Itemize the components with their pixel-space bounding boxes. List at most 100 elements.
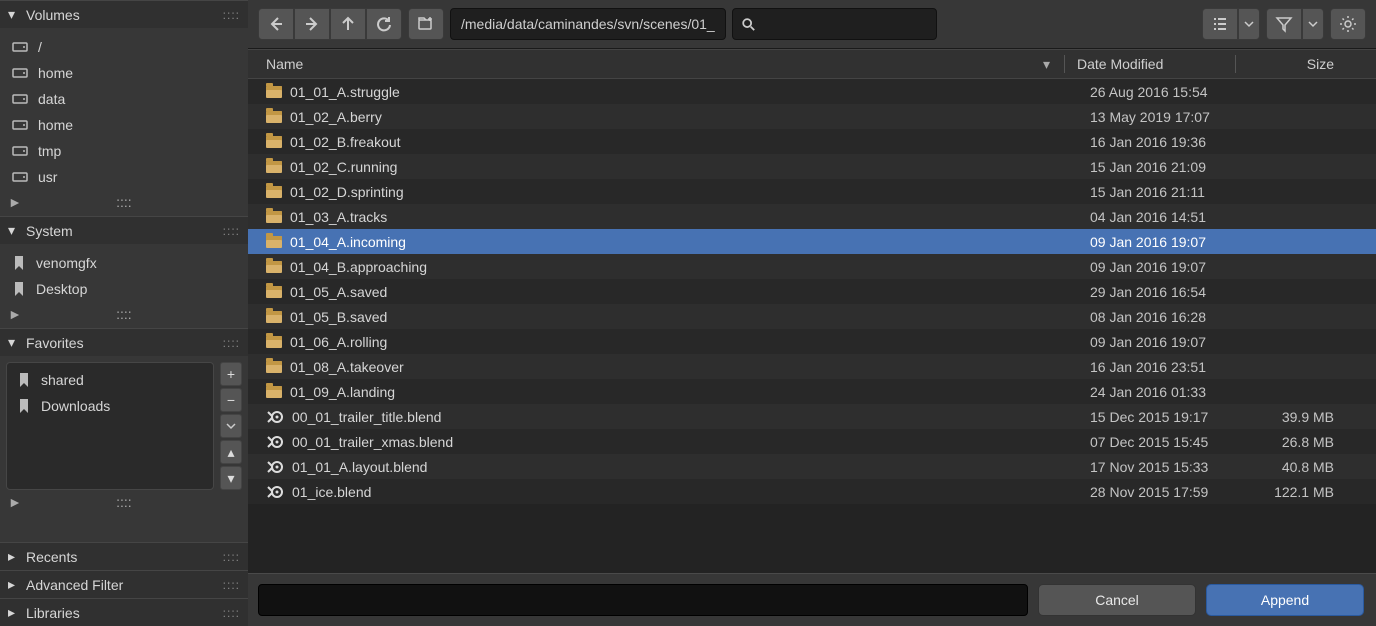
favorite-item[interactable]: Downloads — [11, 393, 209, 419]
file-row[interactable]: 01_05_A.saved29 Jan 2016 16:54 — [248, 279, 1376, 304]
file-row[interactable]: 01_06_A.rolling 09 Jan 2016 19:07 — [248, 329, 1376, 354]
panel-volumes-body: /homedatahometmpusr — [0, 28, 248, 196]
panel-advfilter-title: Advanced Filter — [26, 577, 123, 593]
drag-grip-icon[interactable]: :::: — [116, 194, 132, 210]
toolbar — [248, 0, 1376, 49]
file-row[interactable]: 01_02_B.freakout16 Jan 2016 19:36 — [248, 129, 1376, 154]
move-down-button[interactable]: ▾ — [220, 466, 242, 490]
file-row[interactable]: 01_03_A.tracks04 Jan 2016 14:51 — [248, 204, 1376, 229]
folder-icon — [266, 361, 282, 373]
panel-favorites-header[interactable]: ▾ Favorites :::: — [0, 328, 248, 356]
file-name: 01_02_C.running — [290, 159, 397, 175]
folder-icon — [266, 236, 282, 248]
file-row[interactable]: 01_08_A.takeover16 Jan 2016 23:51 — [248, 354, 1376, 379]
path-input[interactable] — [450, 8, 726, 40]
disclosure-icon: ▸ — [8, 604, 22, 621]
bookmark-icon — [12, 281, 26, 297]
file-name: 01_03_A.tracks — [290, 209, 387, 225]
favorite-item[interactable]: shared — [11, 367, 209, 393]
drag-grip-icon[interactable]: :::: — [223, 336, 240, 350]
file-name: 01_01_A.struggle — [290, 84, 400, 100]
folder-icon — [266, 136, 282, 148]
item-label: / — [38, 39, 42, 55]
panel-system-header[interactable]: ▾ System :::: — [0, 216, 248, 244]
volume-item[interactable]: home — [6, 60, 242, 86]
panel-advfilter-header[interactable]: ▸ Advanced Filter :::: — [0, 570, 248, 598]
file-row[interactable]: 01_01_A.layout.blend17 Nov 2015 15:3340.… — [248, 454, 1376, 479]
drag-grip-icon[interactable]: :::: — [223, 578, 240, 592]
volume-item[interactable]: data — [6, 86, 242, 112]
file-row[interactable]: 01_01_A.struggle26 Aug 2016 15:54 — [248, 79, 1376, 104]
file-row[interactable]: 01_09_A.landing24 Jan 2016 01:33 — [248, 379, 1376, 404]
display-mode-button[interactable] — [1202, 8, 1238, 40]
back-button[interactable] — [258, 8, 294, 40]
volume-item[interactable]: tmp — [6, 138, 242, 164]
file-row[interactable]: 00_01_trailer_xmas.blend07 Dec 2015 15:4… — [248, 429, 1376, 454]
panel-recents-header[interactable]: ▸ Recents :::: — [0, 542, 248, 570]
file-date: 29 Jan 2016 16:54 — [1090, 284, 1248, 300]
file-row[interactable]: 01_02_D.sprinting15 Jan 2016 21:11 — [248, 179, 1376, 204]
expand-icon[interactable]: ► — [8, 194, 22, 210]
drag-grip-icon[interactable]: :::: — [223, 550, 240, 564]
new-folder-button[interactable] — [408, 8, 444, 40]
refresh-button[interactable] — [366, 8, 402, 40]
settings-button[interactable] — [1330, 8, 1366, 40]
drag-grip-icon[interactable]: :::: — [223, 606, 240, 620]
expand-icon[interactable]: ► — [8, 306, 22, 322]
filename-input[interactable] — [258, 584, 1028, 616]
disk-icon — [12, 170, 28, 184]
file-name: 01_06_A.rolling — [290, 334, 387, 350]
forward-button[interactable] — [294, 8, 330, 40]
expand-icon[interactable]: ► — [8, 494, 22, 510]
parent-button[interactable] — [330, 8, 366, 40]
panel-recents-title: Recents — [26, 549, 77, 565]
panel-libraries-header[interactable]: ▸ Libraries :::: — [0, 598, 248, 626]
add-favorite-button[interactable]: + — [220, 362, 242, 386]
sort-indicator-icon: ▾ — [1043, 56, 1050, 73]
system-item[interactable]: venomgfx — [6, 250, 242, 276]
system-item[interactable]: Desktop — [6, 276, 242, 302]
move-up-button[interactable]: ▴ — [220, 440, 242, 464]
filter-dropdown[interactable] — [1302, 8, 1324, 40]
column-header-name[interactable]: Name ▾ — [266, 56, 1064, 73]
file-row[interactable]: 01_04_B.approaching09 Jan 2016 19:07 — [248, 254, 1376, 279]
append-button[interactable]: Append — [1206, 584, 1364, 616]
volume-item[interactable]: / — [6, 34, 242, 60]
file-row[interactable]: 00_01_trailer_title.blend15 Dec 2015 19:… — [248, 404, 1376, 429]
folder-icon — [266, 186, 282, 198]
filter-button[interactable] — [1266, 8, 1302, 40]
cancel-button[interactable]: Cancel — [1038, 584, 1196, 616]
drag-grip-icon[interactable]: :::: — [223, 8, 240, 22]
file-row[interactable]: 01_02_C.running15 Jan 2016 21:09 — [248, 154, 1376, 179]
nav-group — [258, 8, 402, 40]
file-date: 09 Jan 2016 19:07 — [1090, 334, 1248, 350]
file-row[interactable]: 01_ice.blend28 Nov 2015 17:59122.1 MB — [248, 479, 1376, 504]
file-row[interactable]: 01_02_A.berry13 May 2019 17:07 — [248, 104, 1376, 129]
panel-volumes-header[interactable]: ▾ Volumes :::: — [0, 0, 248, 28]
drag-grip-icon[interactable]: :::: — [116, 306, 132, 322]
volume-item[interactable]: usr — [6, 164, 242, 190]
blend-file-icon — [266, 458, 284, 476]
volume-item[interactable]: home — [6, 112, 242, 138]
item-label: Desktop — [36, 281, 87, 297]
search-input[interactable] — [763, 16, 928, 32]
remove-favorite-button[interactable]: − — [220, 388, 242, 412]
file-row[interactable]: 01_05_B.saved08 Jan 2016 16:28 — [248, 304, 1376, 329]
file-name: 01_04_B.approaching — [290, 259, 427, 275]
search-box[interactable] — [732, 8, 937, 40]
panel-volumes-title: Volumes — [26, 7, 80, 23]
column-separator[interactable] — [1064, 55, 1065, 73]
drag-grip-icon[interactable]: :::: — [223, 224, 240, 238]
file-row[interactable]: 01_04_A.incoming09 Jan 2016 19:07 — [248, 229, 1376, 254]
display-mode-dropdown[interactable] — [1238, 8, 1260, 40]
file-name: 01_09_A.landing — [290, 384, 395, 400]
drag-grip-icon[interactable]: :::: — [116, 494, 132, 510]
folder-icon — [266, 336, 282, 348]
footer: Cancel Append — [248, 573, 1376, 626]
file-list[interactable]: 01_01_A.struggle26 Aug 2016 15:5401_02_A… — [248, 79, 1376, 573]
column-separator[interactable] — [1235, 55, 1236, 73]
column-header-date[interactable]: Date Modified — [1077, 56, 1235, 72]
favorites-menu-button[interactable] — [220, 414, 242, 438]
file-size: 122.1 MB — [1248, 484, 1358, 500]
column-header-size[interactable]: Size — [1248, 56, 1358, 72]
